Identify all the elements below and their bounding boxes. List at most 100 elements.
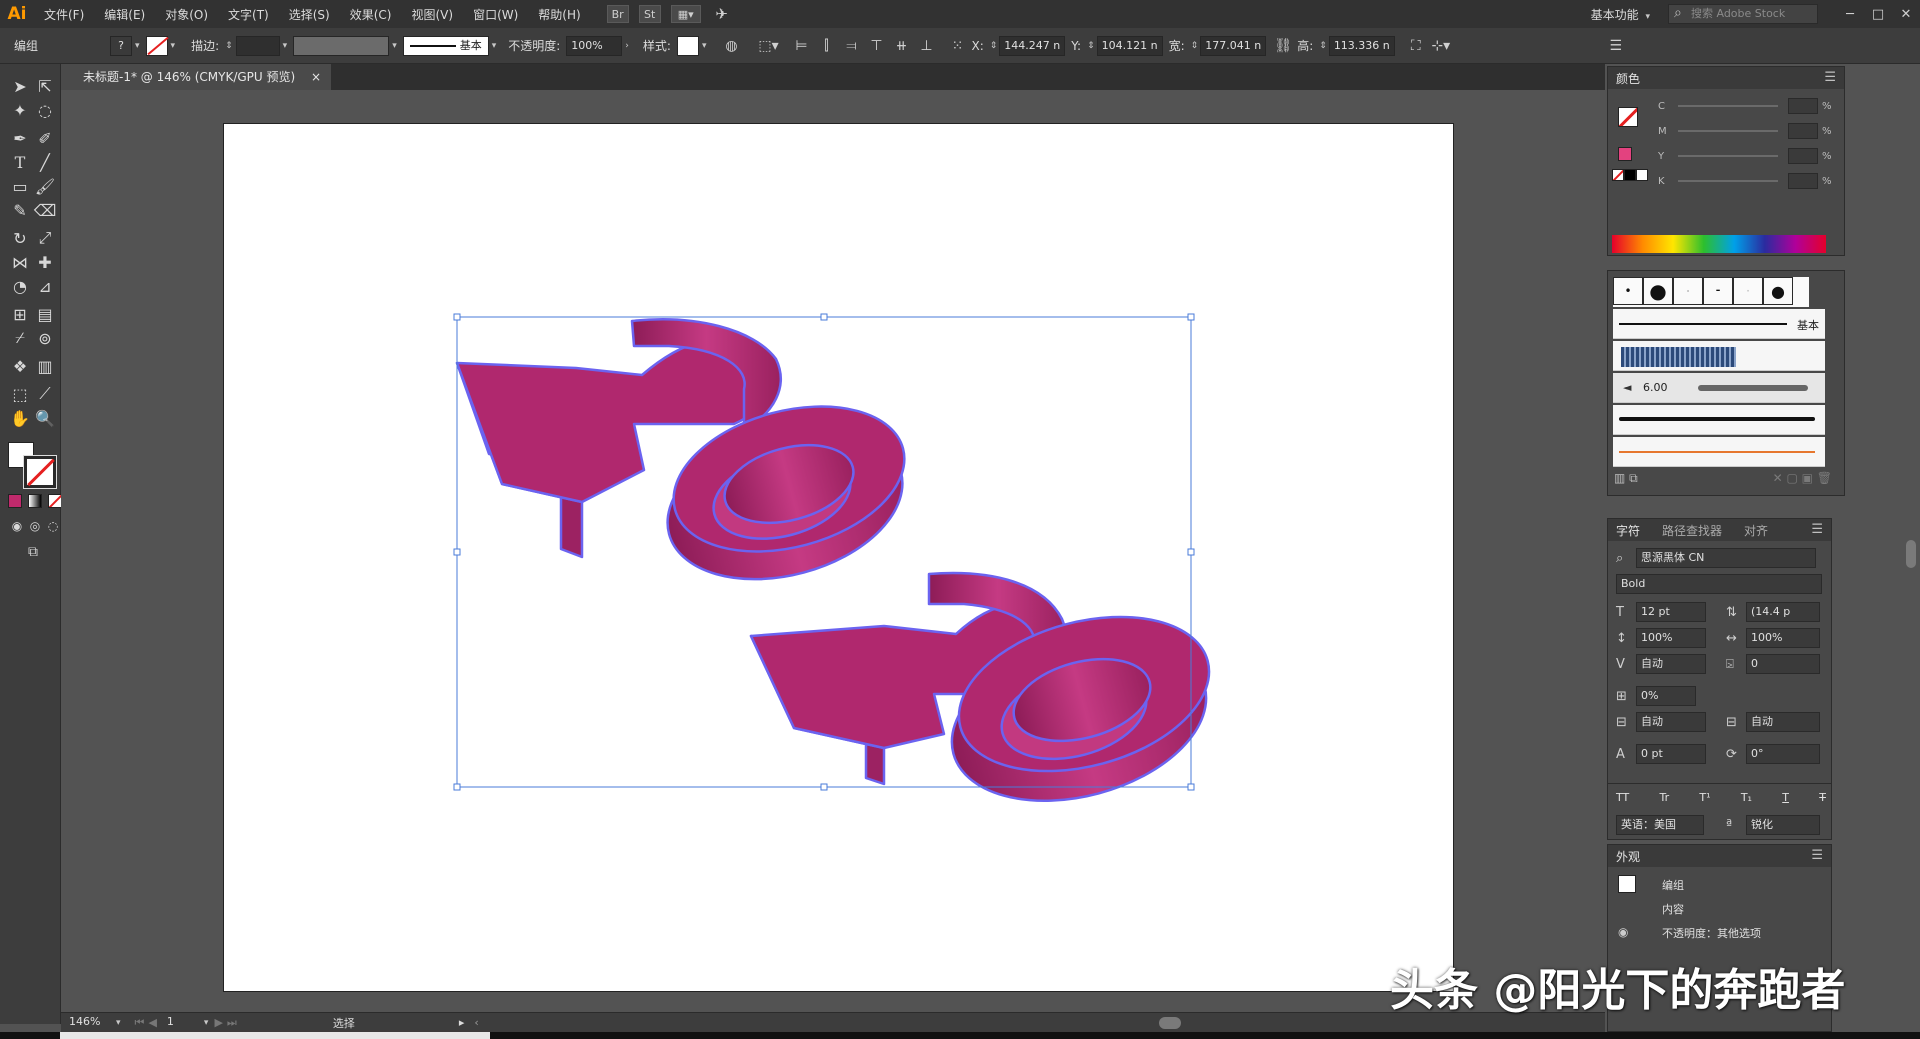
visibility-eye-icon[interactable]: ◉ [1618,925,1628,939]
vertical-scale-field[interactable]: 100% [1636,628,1706,648]
paintbrush-tool-icon[interactable]: 🖌 [32,174,58,198]
isolate-group-icon[interactable]: ⛶ [1405,35,1427,57]
menu-select[interactable]: 选择(S) [279,6,340,23]
font-family-row[interactable]: ⌕ 思源黑体 CN [1616,547,1816,569]
color-spectrum[interactable] [1612,235,1826,253]
line-tool-icon[interactable]: ╱ [32,150,58,174]
stock-search-input[interactable]: 搜索 Adobe Stock [1668,4,1818,24]
pen-tool-icon[interactable]: ✒ [7,126,33,150]
stroke-control[interactable]: ▾ [145,35,175,56]
language-row[interactable]: 英语：美国 [1616,814,1704,836]
column-graph-tool-icon[interactable]: ▥ [32,354,58,378]
align-to-icon[interactable]: ⬚▾ [757,35,779,57]
brush-dot-tiny[interactable]: · [1673,277,1703,305]
stroke-none-icon[interactable] [145,35,168,56]
color-mode-icon[interactable] [8,494,22,508]
align-right-icon[interactable]: ⫤ [840,35,862,57]
leading-field[interactable]: (14.4 p [1746,602,1820,622]
transform-options-icon[interactable]: ⊹▾ [1430,35,1452,57]
hand-tool-icon[interactable]: ✋ [7,406,33,430]
y-field[interactable]: ⇕ 104.121 n [1087,35,1163,56]
font-style-field[interactable]: Bold [1616,574,1822,594]
cyan-value-field[interactable] [1788,98,1818,114]
font-size-row[interactable]: T 12 pt [1616,601,1706,623]
font-family-field[interactable]: 思源黑体 CN [1636,548,1816,568]
artboard[interactable] [223,123,1454,992]
kerning-row[interactable]: V 自动 [1616,653,1706,675]
screen-mode-icon[interactable]: ⧉ [20,540,46,564]
menu-window[interactable]: 窗口(W) [463,6,528,23]
brush-dot-angled[interactable]: ⁃ [1703,277,1733,305]
brush-definition-field[interactable]: 基本 ▾ [402,35,496,56]
horizontal-scale-row[interactable]: ↔ 100% [1726,627,1820,649]
tab-pathfinder[interactable]: 路径查找器 [1662,522,1722,539]
artwork-2020-3d[interactable] [224,124,1455,993]
brush-arrow[interactable] [1613,437,1825,467]
aki-right-field[interactable]: 自动 [1746,712,1820,732]
white-swatch[interactable] [1636,169,1648,181]
arrange-documents-icon[interactable]: ▦▾ [670,5,701,23]
leading-row[interactable]: ⇅ (14.4 p [1726,601,1820,623]
status-menu-icon[interactable]: ▸ [459,1016,465,1029]
brush-charcoal[interactable] [1613,405,1825,435]
align-left-icon[interactable]: ⊨ [790,35,812,57]
fill-control[interactable]: ? ▾ [110,35,140,56]
scroll-left-icon[interactable]: ‹ [474,1016,478,1029]
black-value-field[interactable] [1788,173,1818,189]
chevron-down-icon[interactable]: ▾ [204,1018,209,1028]
horizontal-scrollbar-thumb[interactable] [1158,1016,1181,1029]
next-artboard-icon[interactable]: ▶ [214,1016,222,1029]
cyan-slider[interactable]: C% [1658,97,1832,115]
tracking-field[interactable]: 0 [1746,654,1820,674]
menu-help[interactable]: 帮助(H) [528,6,590,23]
zoom-level[interactable]: 146% [65,1012,113,1033]
tsume-field[interactable]: 0% [1636,686,1696,706]
gradient-mode-icon[interactable] [28,494,42,508]
black-slider[interactable]: K% [1658,172,1832,190]
align-center-icon[interactable]: ⫿ [815,35,837,57]
shaper-tool-icon[interactable]: ✎ [7,198,33,222]
superscript-button[interactable]: T¹ [1699,791,1710,804]
menu-file[interactable]: 文件(F) [34,6,94,23]
reference-point-icon[interactable]: ⁙ [946,35,968,57]
small-caps-button[interactable]: Tr [1660,791,1670,804]
workspace-switcher[interactable]: 基本功能 ▾ [1591,6,1650,23]
curvature-tool-icon[interactable]: ✐ [32,126,58,150]
shape-builder-tool-icon[interactable]: ◔ [7,274,33,298]
kerning-field[interactable]: 自动 [1636,654,1706,674]
type-tool-icon[interactable]: T [7,150,33,174]
recolor-artwork-icon[interactable]: ◍ [720,35,742,57]
brush-library-icon[interactable]: ▥ ⧉ [1614,471,1638,486]
stock-button[interactable]: St [638,5,661,23]
magenta-slider[interactable]: M% [1658,122,1832,140]
bridge-button[interactable]: Br [606,5,629,23]
panel-menu-icon[interactable]: ☰ [1811,848,1823,863]
artboard-number[interactable]: 1 [162,1012,201,1033]
none-swatch[interactable] [1612,169,1624,181]
language-field[interactable]: 英语：美国 [1616,815,1704,835]
maximize-button[interactable]: □ [1864,7,1892,22]
aki-left-row[interactable]: ⊟ 自动 [1616,711,1706,733]
antialias-row[interactable]: ª 锐化 [1726,814,1820,836]
menu-edit[interactable]: 编辑(E) [94,6,155,23]
brush-pattern[interactable] [1613,341,1825,371]
lasso-tool-icon[interactable]: ◌ [32,98,58,122]
vertical-scrollbar-thumb[interactable] [1906,540,1916,568]
height-field[interactable]: ⇕ 113.336 n [1319,35,1395,56]
brush-dot-large[interactable]: ● [1643,277,1673,305]
menu-object[interactable]: 对象(O) [155,6,218,23]
quick-swatches[interactable] [1612,169,1652,181]
rotation-field[interactable]: 0° [1746,744,1820,764]
direct-selection-tool-icon[interactable]: ⇱ [32,74,58,98]
scale-tool-icon[interactable]: ⤢ [32,226,58,250]
eyedropper-tool-icon[interactable]: ⌿ [7,326,33,350]
tab-character[interactable]: 字符 [1616,522,1640,539]
vertical-scale-row[interactable]: ↕ 100% [1616,627,1706,649]
x-value[interactable]: 144.247 n [999,35,1066,56]
baseline-shift-field[interactable]: 0 pt [1636,744,1706,764]
menu-view[interactable]: 视图(V) [401,6,463,23]
slice-tool-icon[interactable]: ⟋ [32,382,58,406]
baseline-shift-row[interactable]: A 0 pt [1616,743,1706,765]
last-artboard-icon[interactable]: ⏭ [227,1016,237,1030]
style-picker[interactable]: ▾ [676,35,706,56]
